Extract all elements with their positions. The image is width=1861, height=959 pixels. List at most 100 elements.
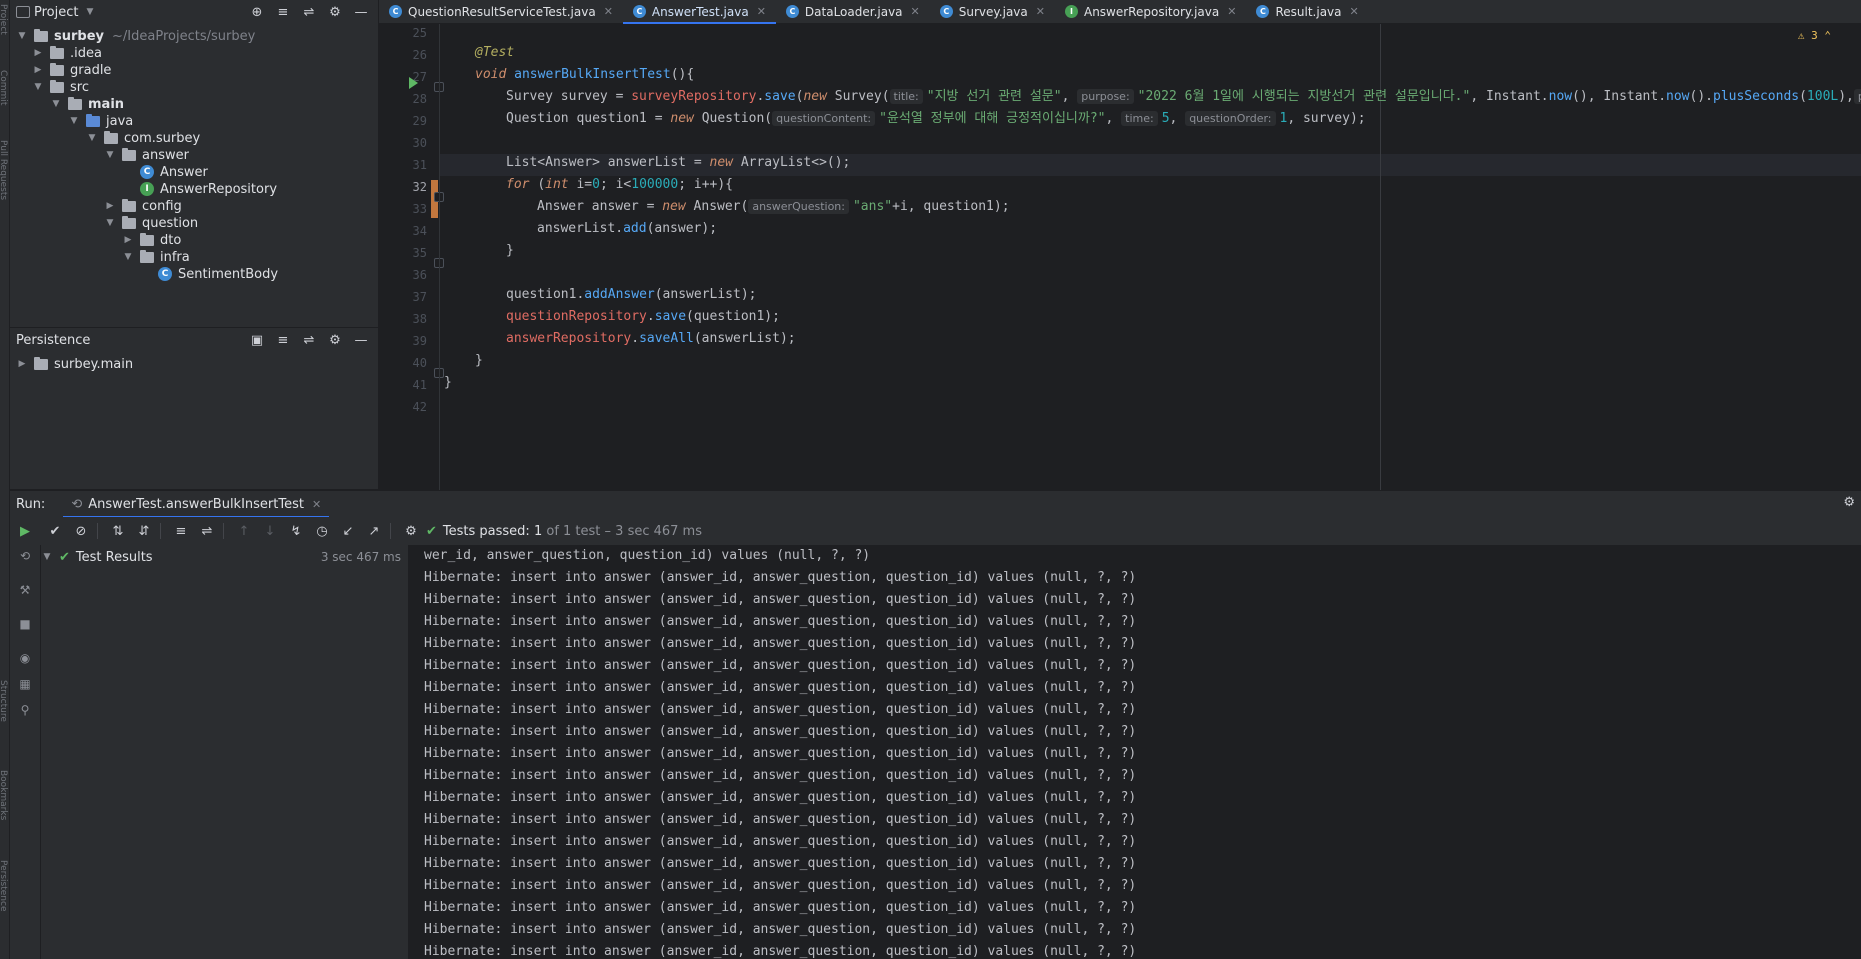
pull-requests-strip-label[interactable]: Pull Requests — [0, 140, 8, 210]
run-test-gutter-icon[interactable] — [409, 77, 418, 89]
project-panel-title[interactable]: Project — [34, 5, 78, 20]
gear-icon[interactable]: ⚙ — [400, 520, 422, 542]
chevron-down-icon[interactable]: ▼ — [122, 252, 134, 262]
tree-item-surbey-main[interactable]: ▶ surbey.main — [16, 354, 133, 374]
toolbar-separator — [390, 523, 391, 539]
tab-answer-test[interactable]: C AnswerTest.java ✕ — [622, 0, 776, 24]
console-output[interactable]: wer_id, answer_question, question_id) va… — [409, 545, 1861, 959]
import-tests-icon[interactable]: ↙ — [337, 520, 359, 542]
gear-icon[interactable]: ⚙ — [1843, 495, 1855, 510]
run-tool-window-header: Run: ⟲ AnswerTest.answerBulkInsertTest ✕… — [10, 490, 1861, 518]
collapse-all-icon[interactable]: ⇌ — [196, 520, 218, 542]
wrench-icon[interactable]: ⚒ — [16, 583, 34, 601]
previous-failed-icon[interactable]: ↑ — [233, 520, 255, 542]
package-icon — [140, 232, 154, 246]
console-line: Hibernate: insert into answer (answer_id… — [424, 680, 1137, 695]
sort-by-duration-icon[interactable]: ⇵ — [133, 520, 155, 542]
code-line-32: for (int i=0; i<100000; i++){ — [506, 177, 734, 192]
expand-all-icon[interactable]: ≡ — [274, 331, 292, 349]
pin-icon[interactable]: ⚲ — [16, 703, 34, 721]
line-number: 31 — [412, 158, 427, 172]
export-tests-icon[interactable]: ↗ — [363, 520, 385, 542]
chevron-right-icon[interactable]: ▶ — [104, 201, 116, 211]
chevron-right-icon[interactable]: ▶ — [122, 235, 134, 245]
chevron-down-icon[interactable]: ▼ — [50, 99, 62, 109]
tab-answer-repository[interactable]: I AnswerRepository.java ✕ — [1055, 0, 1246, 23]
eye-icon[interactable]: ◉ — [16, 651, 34, 669]
expand-all-icon[interactable]: ≡ — [274, 3, 292, 21]
code-line-34: answerList.add(answer); — [537, 221, 718, 236]
layout-icon[interactable]: ▦ — [16, 677, 34, 695]
rerun-failed-icon[interactable]: ↯ — [285, 520, 307, 542]
line-number: 36 — [412, 268, 427, 282]
close-icon[interactable]: ✕ — [604, 5, 613, 18]
chevron-right-icon[interactable]: ▶ — [32, 65, 44, 75]
collapse-all-icon[interactable]: ⇌ — [300, 331, 318, 349]
chevron-down-icon[interactable]: ▼ — [68, 116, 80, 126]
show-passed-icon[interactable]: ✔ — [44, 520, 66, 542]
close-icon[interactable]: ✕ — [1227, 5, 1236, 18]
console-line: Hibernate: insert into answer (answer_id… — [424, 636, 1137, 651]
class-icon: C — [158, 267, 172, 281]
chevron-down-icon[interactable]: ▼ — [104, 218, 116, 228]
project-strip-label[interactable]: Project — [0, 4, 8, 44]
tree-item-label: infra — [160, 249, 190, 265]
test-class-icon: C — [632, 5, 646, 18]
run-config-tab[interactable]: ⟲ AnswerTest.answerBulkInsertTest ✕ — [63, 491, 330, 518]
next-failed-icon[interactable]: ↓ — [259, 520, 281, 542]
close-icon[interactable]: ✕ — [312, 498, 321, 511]
tab-label: DataLoader.java — [804, 4, 903, 19]
rerun-icon[interactable]: ⟲ — [16, 549, 34, 567]
show-ignored-icon[interactable]: ⊘ — [70, 520, 92, 542]
chevron-down-icon[interactable]: ▼ — [16, 31, 28, 41]
test-history-icon[interactable]: ◷ — [311, 520, 333, 542]
parameter-hint: questionContent: — [772, 111, 876, 126]
tab-result[interactable]: C Result.java ✕ — [1246, 0, 1368, 23]
chevron-down-icon[interactable]: ▼ — [86, 133, 98, 143]
tree-item-sentiment-body[interactable]: C SentimentBody — [158, 264, 278, 284]
tab-survey[interactable]: C Survey.java ✕ — [930, 0, 1055, 23]
warnings-indicator[interactable]: ⚠ 3 ⌃ — [1798, 29, 1831, 42]
close-icon[interactable]: ✕ — [1350, 5, 1359, 18]
chevron-down-icon[interactable]: ▼ — [41, 552, 53, 562]
close-icon[interactable]: ✕ — [911, 5, 920, 18]
stop-icon[interactable]: ■ — [16, 617, 34, 635]
close-icon[interactable]: ✕ — [757, 5, 766, 18]
chevron-down-icon[interactable]: ▼ — [104, 150, 116, 160]
gear-icon[interactable]: ⚙ — [326, 3, 344, 21]
chevron-right-icon[interactable]: ▶ — [16, 359, 28, 369]
persistence-strip-label[interactable]: Persistence — [0, 860, 8, 930]
commit-strip-label[interactable]: Commit — [0, 70, 8, 120]
tab-question-result-service-test[interactable]: C QuestionResultServiceTest.java ✕ — [379, 0, 623, 23]
persistence-panel-title[interactable]: Persistence — [16, 333, 90, 348]
structure-strip-label[interactable]: Structure — [0, 680, 8, 740]
tree-item-label: dto — [160, 232, 182, 248]
collapse-all-icon[interactable]: ⇌ — [300, 3, 318, 21]
code-editor[interactable]: 25 26 27 28 29 30 31 32 33 34 35 36 37 3… — [379, 24, 1861, 490]
chevron-down-icon[interactable]: ▼ — [86, 7, 93, 17]
tab-data-loader[interactable]: C DataLoader.java ✕ — [776, 0, 930, 23]
toolbar-separator — [223, 523, 224, 539]
console-icon[interactable]: ▣ — [248, 331, 266, 349]
tree-item-label: gradle — [70, 62, 112, 78]
code-line-35: } — [506, 243, 514, 258]
code-line-33: Answer answer = new Answer(answerQuestio… — [537, 199, 1010, 214]
rerun-icon[interactable]: ▶ — [14, 520, 36, 542]
toolbar-separator — [97, 523, 98, 539]
test-results-root[interactable]: ▼ ✔ Test Results 3 sec 467 ms — [41, 547, 407, 567]
gear-icon[interactable]: ⚙ — [326, 331, 344, 349]
module-icon — [34, 356, 48, 370]
locate-icon[interactable]: ⊕ — [248, 3, 266, 21]
expand-all-icon[interactable]: ≡ — [170, 520, 192, 542]
chevron-down-icon[interactable]: ▼ — [32, 82, 44, 92]
close-icon[interactable]: ✕ — [1036, 5, 1045, 18]
project-view-icon[interactable] — [16, 6, 30, 18]
parameter-hint: title: — [889, 89, 923, 104]
hide-icon[interactable]: — — [352, 331, 370, 349]
chevron-right-icon[interactable]: ▶ — [32, 48, 44, 58]
sort-alphabetically-icon[interactable]: ⇅ — [107, 520, 129, 542]
tab-label: QuestionResultServiceTest.java — [408, 4, 596, 19]
hide-icon[interactable]: — — [352, 3, 370, 21]
console-line: Hibernate: insert into answer (answer_id… — [424, 768, 1137, 783]
bookmarks-strip-label[interactable]: Bookmarks — [0, 770, 8, 830]
